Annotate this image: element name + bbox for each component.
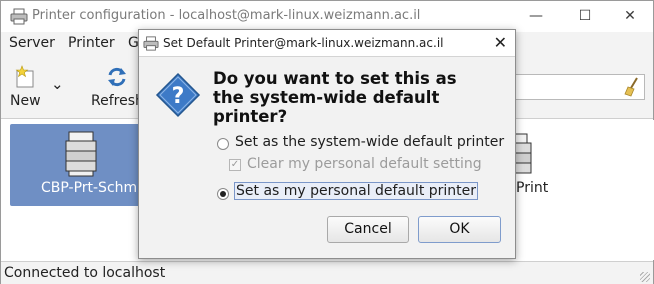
- clear-broom-icon[interactable]: [623, 77, 641, 97]
- dialog-titlebar[interactable]: Set Default Printer@mark-linux.weizmann.…: [139, 30, 515, 57]
- printer-app-icon: [10, 8, 28, 25]
- refresh-icon[interactable]: [106, 66, 128, 88]
- maximize-button[interactable]: ☐: [571, 6, 599, 26]
- close-window-button[interactable]: ✕: [616, 6, 644, 26]
- printer-icon-2: [513, 133, 532, 174]
- dialog-title: Set Default Printer@mark-linux.weizmann.…: [163, 36, 444, 50]
- printer-icon: [65, 131, 97, 177]
- refresh-button-label[interactable]: Refresh: [91, 93, 144, 109]
- set-default-printer-dialog: Set Default Printer@mark-linux.weizmann.…: [138, 29, 516, 259]
- cancel-button[interactable]: Cancel: [327, 216, 409, 243]
- window-titlebar[interactable]: Printer configuration - localhost@mark-l…: [1, 1, 653, 32]
- new-dropdown-chevron-icon[interactable]: ⌄: [51, 75, 64, 93]
- statusbar: Connected to localhost: [1, 261, 653, 284]
- printer-app-icon: [143, 36, 159, 51]
- personal-default-option-label[interactable]: Set as my personal default printer: [234, 182, 479, 200]
- system-wide-option-label[interactable]: Set as the system-wide default printer: [235, 134, 504, 150]
- svg-text:?: ?: [172, 84, 185, 109]
- question-icon: ?: [155, 72, 201, 118]
- dialog-close-button[interactable]: ✕: [494, 33, 507, 52]
- new-button-label[interactable]: New: [10, 93, 41, 109]
- window-title: Printer configuration - localhost@mark-l…: [32, 8, 421, 23]
- new-printer-icon[interactable]: [13, 65, 37, 89]
- printer-name-2[interactable]: Print: [516, 180, 548, 196]
- resize-grip-icon[interactable]: [640, 272, 650, 282]
- ok-button[interactable]: OK: [418, 216, 501, 243]
- minimize-button[interactable]: —: [522, 6, 550, 26]
- dialog-question: Do you want to set this as the system-wi…: [213, 69, 457, 126]
- clear-personal-checkbox: ✓: [229, 159, 241, 171]
- menu-printer[interactable]: Printer: [68, 35, 115, 51]
- system-wide-radio[interactable]: [217, 138, 229, 150]
- status-text: Connected to localhost: [4, 265, 166, 281]
- printer-name: CBP-Prt-Schm: [41, 180, 138, 196]
- menu-server[interactable]: Server: [9, 35, 55, 51]
- filter-input[interactable]: [506, 74, 645, 100]
- personal-default-radio[interactable]: [217, 188, 229, 200]
- clear-personal-option-label: Clear my personal default setting: [247, 156, 482, 172]
